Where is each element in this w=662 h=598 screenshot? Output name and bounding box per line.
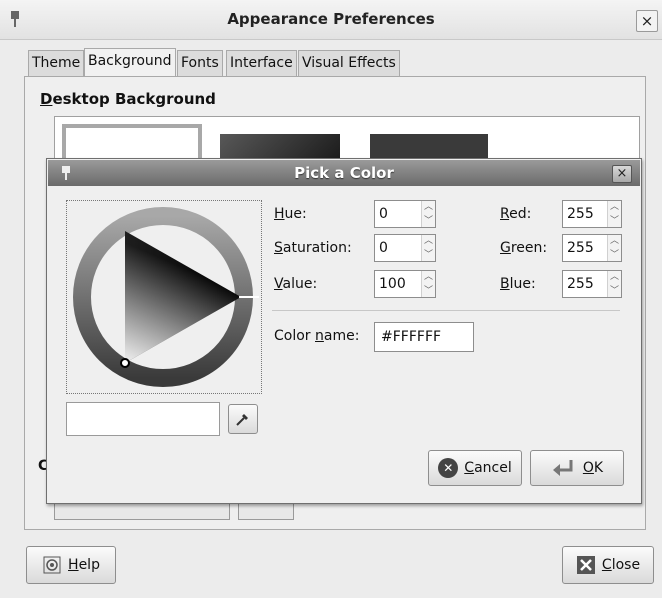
value-spinbutton[interactable]: 100 ︿ ﹀ [374,270,436,298]
tab-fonts[interactable]: Fonts [177,50,223,76]
section-title: Desktop Background [40,90,216,108]
hue-label: Hue: [274,206,307,222]
help-icon [43,556,61,574]
eyedropper-icon [236,414,248,426]
blue-label: Blue: [500,276,536,292]
close-icon [576,556,595,574]
separator [272,310,620,311]
cancel-icon: ✕ [438,458,459,478]
hsv-color-wheel[interactable] [66,200,262,394]
cancel-mnemonic: C [464,460,475,476]
help-mnemonic: H [68,557,79,573]
green-label: Green: [500,240,548,256]
current-color-swatch [66,402,220,436]
tab-background[interactable]: Background [84,48,176,77]
ok-mnemonic: O [582,460,594,476]
ok-label: K [593,460,604,476]
value-label: Value: [274,276,318,292]
color-name-input[interactable]: #FFFFFF [374,322,474,352]
ok-button[interactable]: OK [530,450,624,486]
tab-interface[interactable]: Interface [226,50,297,76]
hue-spinbutton[interactable]: 0 ︿ ﹀ [374,200,436,228]
eyedropper-button[interactable] [228,404,258,434]
window-close-button[interactable]: × [636,10,658,32]
saturation-spinbutton[interactable]: 0 ︿ ﹀ [374,234,436,262]
tab-visual-effects[interactable]: Visual Effects [298,50,400,76]
close-button[interactable]: Close [562,546,654,584]
close-mnemonic: C [601,557,612,573]
green-spinbutton[interactable]: 255 ︿ ﹀ [562,234,622,262]
dialog-close-button[interactable]: × [612,165,632,183]
blue-spinbutton[interactable]: 255 ︿ ﹀ [562,270,622,298]
red-label: Red: [500,206,532,222]
saturation-label: Saturation: [274,240,352,256]
tab-theme[interactable]: Theme [28,50,85,76]
window-title: Appearance Preferences [227,10,435,28]
cancel-label: ancel [474,460,512,476]
close-label: lose [611,557,641,573]
color-name-label: Color name: [274,328,360,344]
dialog-title: Pick a Color [294,164,394,182]
ok-icon [552,460,573,476]
help-label: elp [78,557,100,573]
help-button[interactable]: Help [26,546,116,584]
red-spinbutton[interactable]: 255 ︿ ﹀ [562,200,622,228]
cancel-button[interactable]: ✕ Cancel [428,450,522,486]
